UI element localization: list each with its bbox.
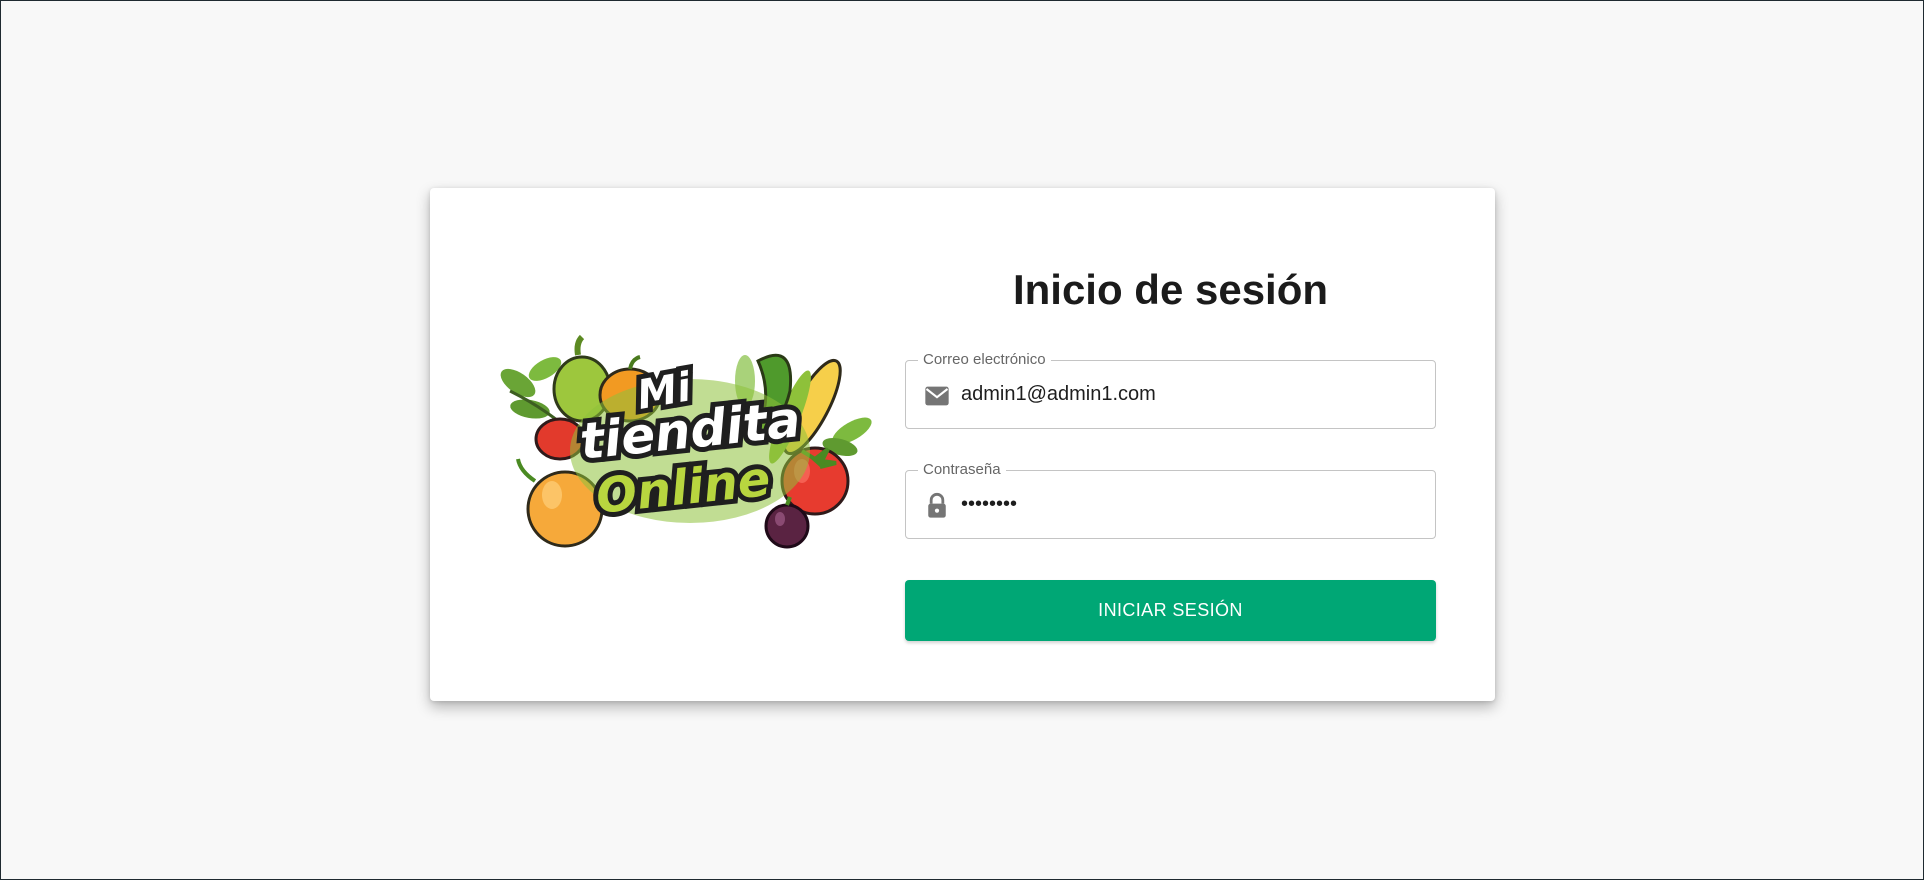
login-card: Mi tiendita Online Inicio de sesión Corr… xyxy=(430,188,1495,701)
login-button[interactable]: INICIAR SESIÓN xyxy=(905,580,1436,641)
store-logo: Mi tiendita Online xyxy=(490,331,876,551)
email-input[interactable] xyxy=(961,361,1421,428)
vegetables-logo-icon: Mi tiendita Online xyxy=(500,334,872,549)
lock-icon xyxy=(923,492,951,520)
mail-icon xyxy=(923,382,951,410)
password-input[interactable] xyxy=(961,471,1421,538)
page-title: Inicio de sesión xyxy=(1012,266,1329,313)
password-field[interactable]: Contraseña xyxy=(905,462,1436,539)
email-field[interactable]: Correo electrónico xyxy=(905,352,1436,429)
